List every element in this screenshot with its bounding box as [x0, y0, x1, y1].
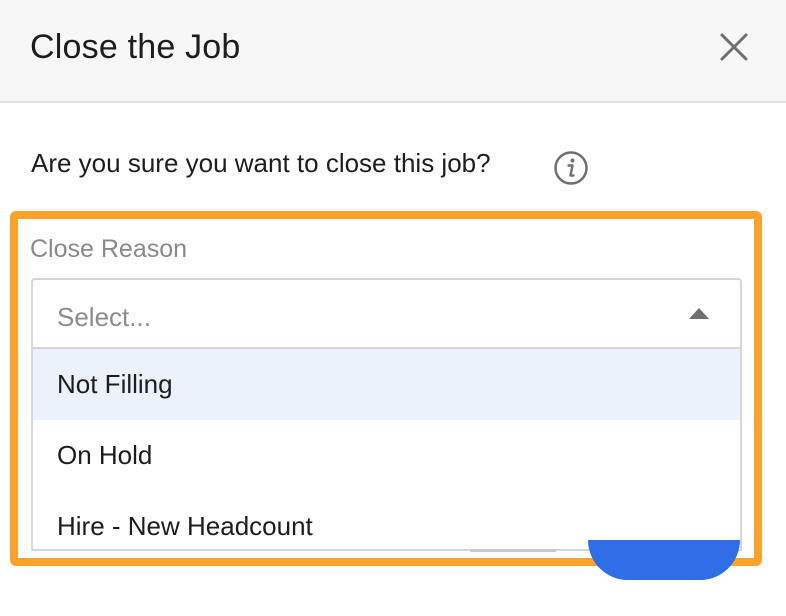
close-job-button-peek[interactable]: [588, 540, 740, 580]
close-reason-select[interactable]: Select...: [31, 278, 742, 349]
close-button[interactable]: [714, 27, 754, 67]
close-reason-options: Not Filling On Hold Hire - New Headcount: [31, 349, 742, 551]
select-placeholder: Select...: [57, 302, 151, 332]
cancel-link-peek[interactable]: [470, 549, 556, 552]
modal-title: Close the Job: [30, 28, 241, 66]
option-label: On Hold: [57, 440, 153, 470]
caret-up-icon: [689, 308, 709, 319]
confirm-question: Are you sure you want to close this job?: [31, 148, 491, 178]
info-icon[interactable]: [553, 150, 589, 186]
close-job-modal: Close the Job Are you sure you want to c…: [0, 0, 786, 616]
modal-header: Close the Job: [0, 0, 786, 103]
close-reason-label: Close Reason: [30, 235, 188, 263]
option-label: Not Filling: [57, 369, 173, 399]
option-on-hold[interactable]: On Hold: [33, 420, 740, 491]
close-x-icon: [720, 33, 748, 61]
option-label: Hire - New Headcount: [57, 511, 313, 541]
option-not-filling[interactable]: Not Filling: [33, 349, 740, 420]
